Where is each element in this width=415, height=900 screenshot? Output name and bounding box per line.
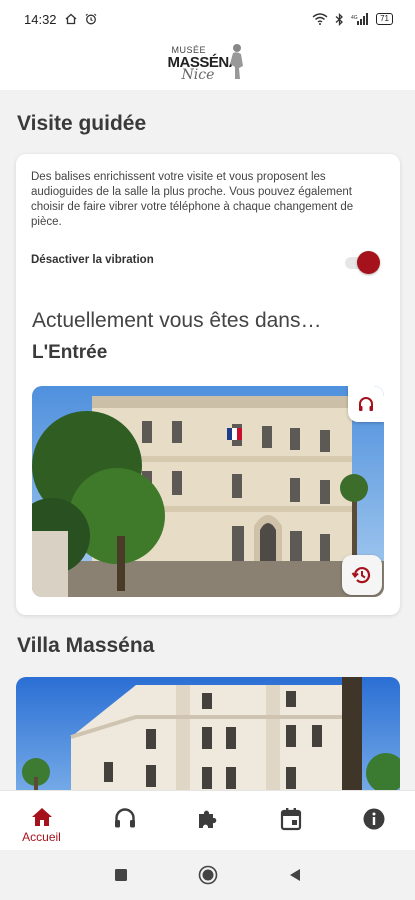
vibration-label: Désactiver la vibration: [31, 254, 154, 266]
nav-item-info[interactable]: [344, 807, 404, 831]
signal-icon: 4G: [351, 13, 369, 25]
back-icon[interactable]: [288, 868, 302, 882]
status-bar: 14:32 4G 71: [0, 0, 415, 38]
home-outline-icon: [65, 13, 76, 25]
nav-item-games[interactable]: [178, 807, 238, 831]
guided-tour-description: Des balises enrichissent votre visite et…: [31, 171, 354, 228]
bottom-navigation: Accueil: [0, 790, 415, 850]
status-time: 14:32: [24, 11, 57, 27]
current-location-label: Actuellement vous êtes dans…: [32, 309, 322, 332]
main-content[interactable]: Visite guidée Des balises enrichissent v…: [0, 90, 415, 790]
svg-text:4G: 4G: [351, 15, 358, 21]
guided-tour-card: Des balises enrichissent votre visite et…: [16, 154, 400, 615]
calendar-icon: [280, 808, 301, 831]
app-header: MUSÉE MASSÉNA Nice: [0, 38, 415, 90]
alarm-icon: [85, 13, 96, 25]
headphones-icon: [359, 397, 373, 411]
headphones-icon: [114, 808, 135, 828]
museum-logo: MUSÉE MASSÉNA Nice: [168, 42, 248, 86]
bluetooth-icon: [335, 12, 344, 26]
puzzle-icon: [198, 810, 216, 828]
nav-item-agenda[interactable]: [261, 807, 321, 831]
villa-photo[interactable]: [16, 677, 400, 790]
battery-indicator: 71: [376, 13, 393, 25]
toggle-thumb: [357, 251, 380, 274]
villa-massena-illustration: [16, 677, 400, 790]
section-title-villa: Villa Masséna: [17, 634, 155, 657]
statue-figure-icon: [229, 44, 243, 79]
home-icon: [31, 808, 52, 826]
nav-item-home[interactable]: Accueil: [12, 807, 72, 844]
audioguide-button[interactable]: [348, 386, 384, 422]
room-photo[interactable]: [32, 386, 384, 597]
home-circle-icon[interactable]: [198, 865, 218, 885]
vibration-toggle[interactable]: [345, 251, 381, 275]
nav-label-home: Accueil: [22, 830, 61, 844]
villa-entrance-illustration: [32, 386, 384, 597]
system-navigation-bar: [0, 850, 415, 900]
recents-icon[interactable]: [114, 868, 128, 882]
current-room-name: L'Entrée: [32, 342, 108, 363]
nav-item-audioguide[interactable]: [95, 807, 155, 829]
history-icon: [351, 567, 371, 584]
wifi-icon: [312, 13, 328, 25]
history-button[interactable]: [342, 555, 382, 595]
info-icon: [363, 808, 384, 830]
section-title-guided-tour: Visite guidée: [17, 112, 147, 135]
